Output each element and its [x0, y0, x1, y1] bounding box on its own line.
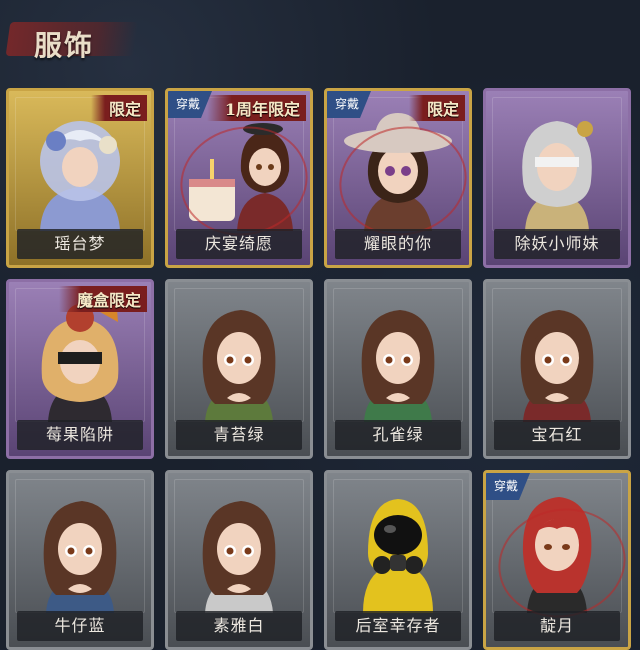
gas-mask-icon: [327, 479, 469, 617]
costume-card[interactable]: 宝石红: [483, 279, 631, 459]
costume-name: 宝石红: [494, 420, 620, 450]
costume-card[interactable]: 穿戴 靛月: [483, 470, 631, 650]
limited-badge: 限定: [90, 95, 147, 121]
limited-badge: 魔盒限定: [58, 286, 147, 312]
costume-name: 靛月: [494, 611, 620, 641]
section-header: 服饰: [5, 14, 139, 62]
costume-card[interactable]: 穿戴 限定 耀眼的你: [324, 88, 472, 268]
costume-card[interactable]: 穿戴 1周年限定 庆宴绮愿: [165, 88, 313, 268]
costume-name: 庆宴绮愿: [176, 229, 302, 259]
costume-name: 除妖小师妹: [494, 229, 620, 259]
costume-name: 素雅白: [176, 611, 302, 641]
costume-name: 青苔绿: [176, 420, 302, 450]
costume-name: 后室幸存者: [335, 611, 461, 641]
brown-hair-girl-icon: [327, 288, 469, 426]
costume-grid: 限定 瑶台梦 穿戴 1周年限定 庆宴绮愿 穿戴 限定 耀眼的你 除妖小师妹 魔盒…: [6, 88, 634, 650]
costume-card[interactable]: 牛仔蓝: [6, 470, 154, 650]
costume-card[interactable]: 素雅白: [165, 470, 313, 650]
page-title: 服饰: [34, 29, 95, 62]
costume-name: 瑶台梦: [17, 229, 143, 259]
costume-name: 牛仔蓝: [17, 611, 143, 641]
costume-name: 耀眼的你: [335, 229, 461, 259]
blindfold-girl-icon: [486, 97, 628, 235]
costume-card[interactable]: 后室幸存者: [324, 470, 472, 650]
costume-card[interactable]: 魔盒限定莓果陷阱: [6, 279, 154, 459]
brown-hair-girl-icon: [168, 288, 310, 426]
costume-name: 孔雀绿: [335, 420, 461, 450]
limited-badge: 限定: [408, 95, 465, 121]
costume-name: 莓果陷阱: [17, 420, 143, 450]
costume-card[interactable]: 青苔绿: [165, 279, 313, 459]
costume-card[interactable]: 除妖小师妹: [483, 88, 631, 268]
brown-hair-girl-icon: [9, 479, 151, 617]
brown-hair-girl-icon: [486, 288, 628, 426]
costume-card[interactable]: 限定瑶台梦: [6, 88, 154, 268]
costume-card[interactable]: 孔雀绿: [324, 279, 472, 459]
brown-hair-girl-icon: [168, 479, 310, 617]
limited-badge: 1周年限定: [206, 95, 306, 121]
